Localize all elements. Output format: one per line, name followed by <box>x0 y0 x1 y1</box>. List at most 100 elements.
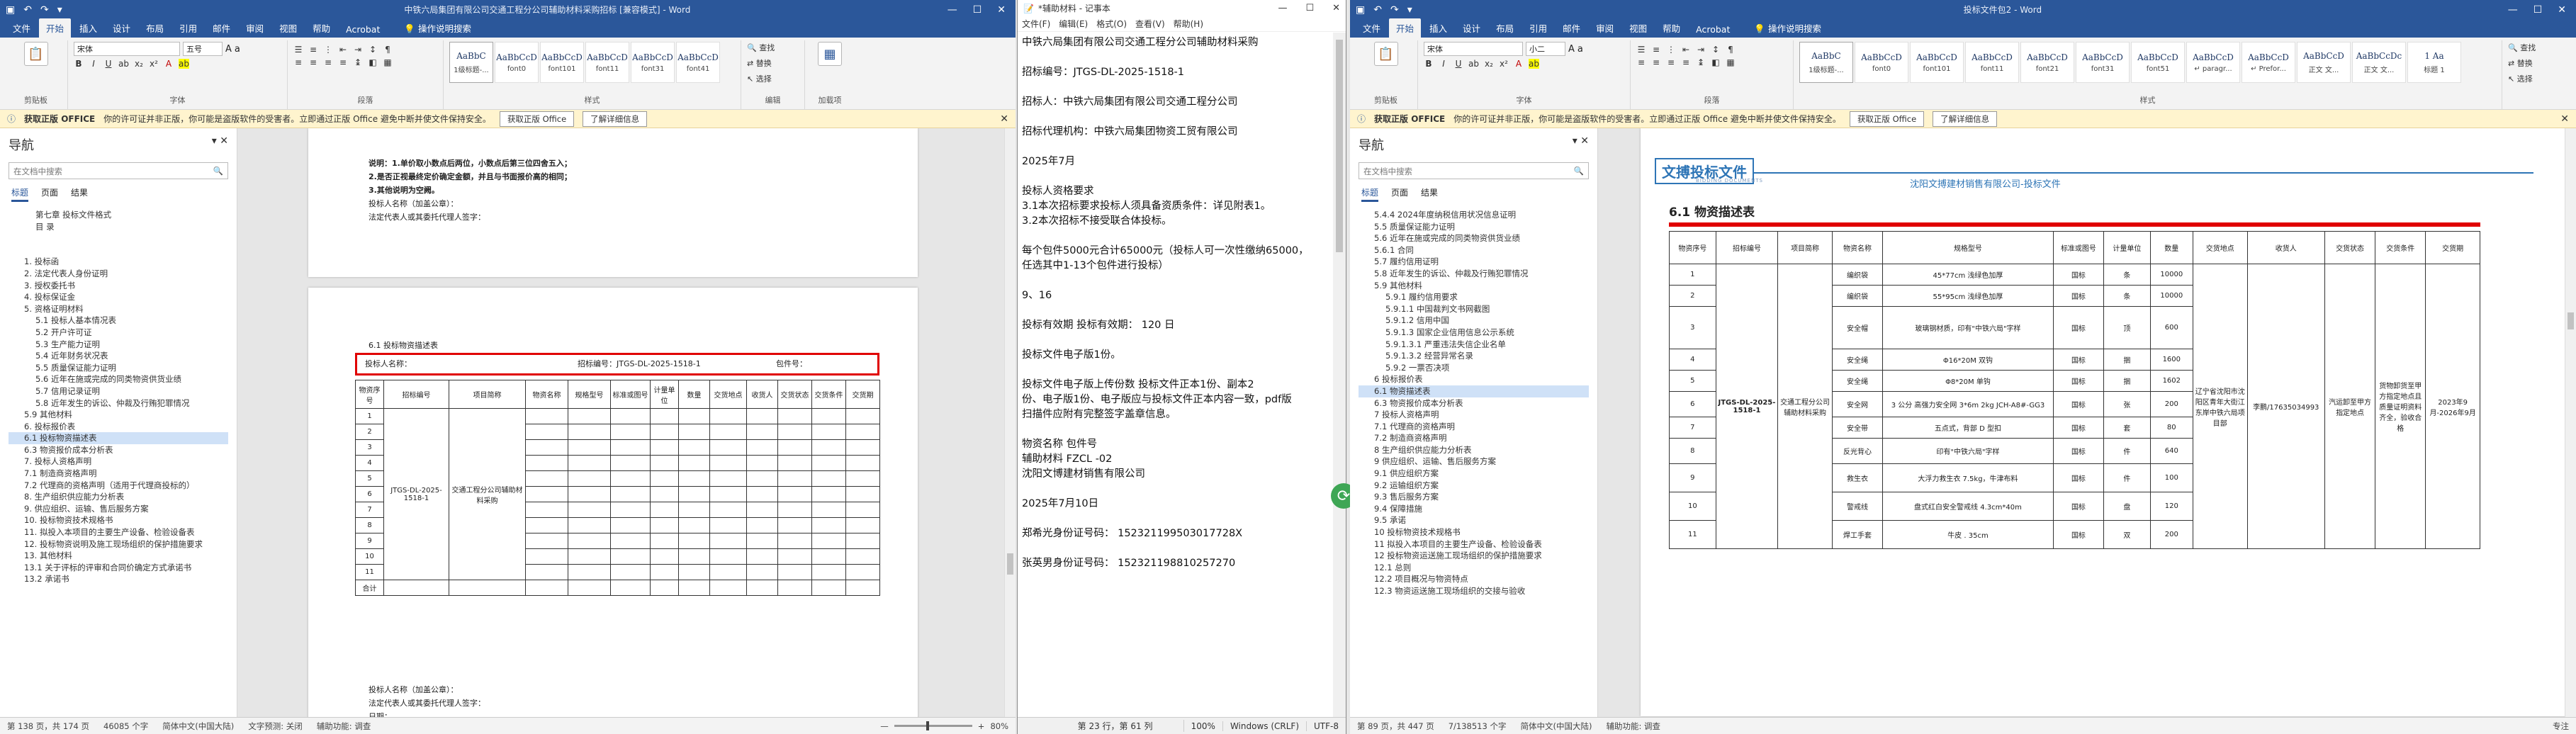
style-item[interactable]: AaBbCcDc 正文 文... <box>2352 42 2406 83</box>
bullets-icon[interactable]: ☰ <box>293 45 303 55</box>
font-name-select[interactable]: 宋体 <box>74 42 180 56</box>
superscript-icon[interactable]: x² <box>149 59 159 69</box>
tab-review[interactable]: 审阅 <box>1589 18 1621 38</box>
menu-view[interactable]: 查看(V) <box>1135 18 1165 30</box>
nav-heading-item[interactable]: 7.2 制造商资格声明 <box>1359 432 1589 444</box>
nav-heading-item[interactable]: 2. 法定代表人身份证明 <box>9 268 228 280</box>
show-marks-icon[interactable]: ¶ <box>383 45 393 55</box>
style-item[interactable]: AaBbC 1级标题-... <box>449 42 493 83</box>
nav-heading-item[interactable] <box>9 232 228 244</box>
nav-heading-item[interactable]: 目 录 <box>9 221 228 233</box>
nav-heading-item[interactable]: 5.9.1.3 国家企业信用信息公示系统 <box>1359 327 1589 339</box>
learn-more-button[interactable]: 了解详细信息 <box>1933 111 1998 127</box>
nav-tab-results[interactable]: 结果 <box>71 186 88 202</box>
tab-mailings[interactable]: 邮件 <box>1556 18 1587 38</box>
nav-heading-item[interactable]: 9.3 售后服务方案 <box>1359 491 1589 503</box>
grow-font-icon[interactable]: A <box>1568 44 1575 55</box>
line-spacing-icon[interactable]: ↨ <box>353 57 363 67</box>
vertical-scrollbar[interactable] <box>2565 128 2576 717</box>
align-center-icon[interactable]: ≡ <box>308 57 318 67</box>
menu-help[interactable]: 帮助(H) <box>1174 18 1203 30</box>
align-right-icon[interactable]: ≡ <box>1666 57 1676 67</box>
style-item[interactable]: AaBbCcD font101 <box>1910 42 1964 83</box>
style-item[interactable]: AaBbCcD font101 <box>540 42 584 83</box>
style-item[interactable]: AaBbCcD font0 <box>495 42 539 83</box>
style-item[interactable]: AaBbCcD font51 <box>2131 42 2185 83</box>
style-item[interactable]: AaBbCcD font11 <box>585 42 629 83</box>
show-marks-icon[interactable]: ¶ <box>1726 45 1736 55</box>
highlight-icon[interactable]: ab <box>178 59 189 69</box>
tab-acrobat[interactable]: Acrobat <box>339 21 387 38</box>
shading-icon[interactable]: ◧ <box>368 57 378 67</box>
strikethrough-icon[interactable]: ab <box>118 59 129 69</box>
maximize-icon[interactable]: ☐ <box>1305 3 1314 13</box>
minimize-icon[interactable]: — <box>2508 4 2518 16</box>
select-button[interactable]: ↖ 选择 <box>747 73 799 84</box>
nav-heading-item[interactable]: 1. 投标函 <box>9 256 228 268</box>
menu-format[interactable]: 格式(O) <box>1096 18 1127 30</box>
nav-heading-item[interactable]: 12.1 总则 <box>1359 562 1589 574</box>
nav-heading-item[interactable]: 8. 生产组织供应能力分析表 <box>9 491 228 503</box>
underline-icon[interactable]: U <box>103 59 113 69</box>
paste-button[interactable]: 📋 <box>1360 42 1412 66</box>
nav-heading-item[interactable]: 5.7 信用记录证明 <box>9 385 228 397</box>
nav-heading-item[interactable]: 13. 其他材料 <box>9 550 228 562</box>
nav-heading-item[interactable]: 8 生产组织供应能力分析表 <box>1359 444 1589 456</box>
accessibility[interactable]: 辅助功能: 调查 <box>317 721 371 732</box>
borders-icon[interactable]: ▦ <box>1726 57 1736 67</box>
increase-indent-icon[interactable]: ⇥ <box>1696 45 1706 55</box>
menu-edit[interactable]: 编辑(E) <box>1059 18 1088 30</box>
nav-heading-item[interactable]: 5.7 履约信用证明 <box>1359 256 1589 268</box>
shrink-font-icon[interactable]: a <box>235 44 240 55</box>
close-icon[interactable]: ✕ <box>1000 113 1008 125</box>
style-item[interactable]: AaBbCcD font0 <box>1855 42 1908 83</box>
italic-icon[interactable]: I <box>89 59 99 69</box>
nav-heading-item[interactable]: 5.6 近年在施或完成的同类物资供货业绩 <box>1359 232 1589 244</box>
nav-heading-item[interactable]: 5.2 开户许可证 <box>9 327 228 339</box>
paste-button[interactable]: 📋 <box>10 42 62 66</box>
style-item[interactable]: AaBbCcD font31 <box>2076 42 2130 83</box>
zoom-level[interactable]: 80% <box>990 721 1008 731</box>
tab-references[interactable]: 引用 <box>1522 18 1554 38</box>
find-button[interactable]: 🔍 查找 <box>747 42 799 53</box>
close-icon[interactable]: ✕ <box>2558 4 2566 16</box>
search-icon[interactable]: 🔍 <box>213 166 223 176</box>
menu-file[interactable]: 文件(F) <box>1022 18 1050 30</box>
nav-heading-item[interactable] <box>9 244 228 256</box>
tab-file[interactable]: 文件 <box>6 18 38 38</box>
nav-heading-item[interactable]: 5.4 近年财务状况表 <box>9 350 228 362</box>
close-icon[interactable]: ✕ <box>1332 3 1340 13</box>
nav-heading-item[interactable]: 12.2 项目概况与物资特点 <box>1359 573 1589 585</box>
tab-view[interactable]: 视图 <box>1622 18 1654 38</box>
nav-heading-item[interactable]: 11. 拟投入本项目的主要生产设备、检验设备表 <box>9 526 228 538</box>
nav-heading-item[interactable]: 7 投标人资格声明 <box>1359 409 1589 421</box>
scrollbar-thumb[interactable] <box>1336 40 1343 252</box>
nav-heading-item[interactable]: 4. 投标保证金 <box>9 291 228 303</box>
italic-icon[interactable]: I <box>1439 59 1449 69</box>
replace-button[interactable]: ⇄ 替换 <box>747 57 799 69</box>
nav-heading-item[interactable]: 9.2 运输组织方案 <box>1359 480 1589 492</box>
nav-heading-item[interactable]: 12 投标物资运送施工现场组织的保护措施要求 <box>1359 550 1589 562</box>
nav-heading-item[interactable]: 7.2 代理商的资格声明（适用于代理商投标的） <box>9 480 228 492</box>
align-left-icon[interactable]: ≡ <box>293 57 303 67</box>
style-item[interactable]: AaBbCcD font41 <box>676 42 720 83</box>
justify-icon[interactable]: ≡ <box>338 57 348 67</box>
nav-heading-item[interactable]: 5.9.1.3.1 严重违法失信企业名单 <box>1359 339 1589 351</box>
align-right-icon[interactable]: ≡ <box>323 57 333 67</box>
close-icon[interactable]: ▾ ✕ <box>212 135 228 154</box>
close-icon[interactable]: ▾ ✕ <box>1573 135 1589 154</box>
nav-heading-item[interactable]: 13.2 承诺书 <box>9 573 228 585</box>
nav-heading-item[interactable]: 12.3 物资运送施工现场组织的交接与验收 <box>1359 585 1589 597</box>
tab-references[interactable]: 引用 <box>172 18 204 38</box>
nav-heading-item[interactable]: 10 投标物资技术规格书 <box>1359 526 1589 538</box>
close-icon[interactable]: ✕ <box>997 4 1006 16</box>
numbering-icon[interactable]: ≡ <box>1651 45 1661 55</box>
nav-heading-item[interactable]: 5.9 其他材料 <box>1359 280 1589 292</box>
shading-icon[interactable]: ◧ <box>1711 57 1721 67</box>
nav-search-input[interactable]: 在文档中搜索 🔍 <box>9 162 228 179</box>
nav-heading-item[interactable]: 7.1 代理商的资格声明 <box>1359 421 1589 433</box>
nav-heading-item[interactable]: 6.3 物资报价成本分析表 <box>9 444 228 456</box>
maximize-icon[interactable]: ☐ <box>973 4 982 16</box>
nav-tab-pages[interactable]: 页面 <box>41 186 58 202</box>
nav-heading-item[interactable]: 5.6 近年在施或完成的同类物资供货业绩 <box>9 373 228 385</box>
